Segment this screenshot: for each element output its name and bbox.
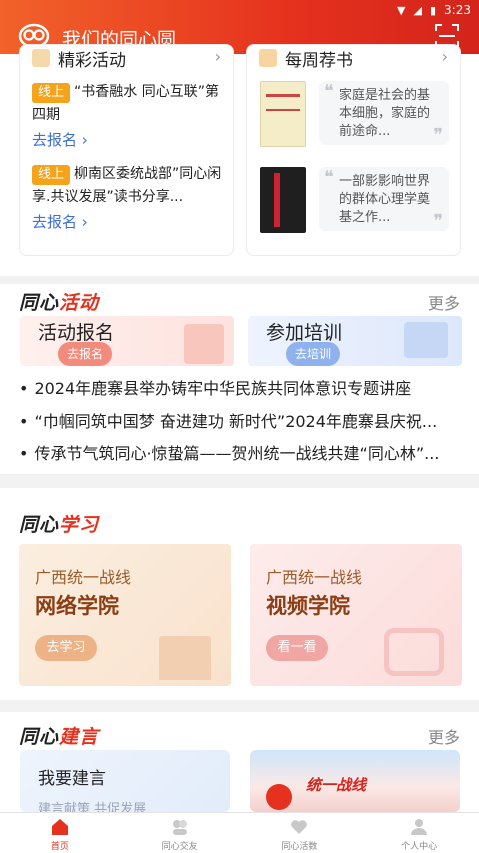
chevron-right-icon[interactable]: › [442,47,448,66]
book-quote[interactable]: ❝ 家庭是社会的基本细胞，家庭的前途命... ❞ [319,81,449,145]
book-quote[interactable]: ❝ 一部影影响世界的群体心理学奠基之作... ❞ [319,167,449,231]
more-link[interactable]: 更多 [428,724,460,748]
news-item[interactable]: 2024年鹿寨县举办铸牢中华民族共同体意识专题讲座 [19,375,464,399]
banner-text: 统一战线 [306,776,367,794]
book-icon [259,49,277,67]
books-card-title: 每周荐书 [285,50,353,71]
study-card-subtitle: 广西统一战线 [266,568,363,587]
quote-close-icon: ❞ [433,125,443,146]
book-quote-text: 一部影影响世界的群体心理学奠基之作... [339,174,431,225]
bottom-nav: 首页 同心交友 同心活数 个人中心 [0,812,479,853]
training-button[interactable]: 去培训 [286,342,340,366]
tv-play-icon [384,628,444,676]
section-title: 同心学习 [19,514,100,536]
study-section: 同心学习 广西统一战线 网络学院 去学习 广西统一战线 视频学院 看一看 [0,488,479,700]
nav-friends[interactable]: 同心交友 [120,813,240,853]
online-tag: 线上 [32,165,71,185]
activity-signup-banner[interactable]: 活动报名 去报名 [20,316,234,366]
status-bar: ▼ ◢ ▮ 3:23 [397,3,471,17]
study-card-title: 视频学院 [266,594,350,618]
section-title: 同心建言 [19,726,100,748]
people-icon [32,49,50,67]
nav-data[interactable]: 同心活数 [240,813,360,853]
emblem-icon [266,784,292,810]
nav-label: 个人中心 [401,842,438,852]
suggest-section: 同心建言 更多 我要建言 建言献策 共促发展 统一战线 [0,712,479,812]
training-banner[interactable]: 参加培训 去培训 [248,316,462,366]
nav-label: 同心交友 [161,842,198,852]
form-illustration [184,324,224,364]
school-illustration [159,636,211,680]
banner-title: 活动报名 [38,322,115,344]
activities-card-title: 精彩活动 [58,50,126,71]
chevron-right-icon[interactable]: › [215,47,221,66]
suggest-card-title: 我要建言 [38,769,106,789]
online-tag: 线上 [32,83,71,103]
nav-label: 首页 [50,842,69,852]
nav-profile[interactable]: 个人中心 [359,813,479,853]
quote-close-icon: ❞ [433,211,443,232]
news-item[interactable]: 传承节气筑同心·惊蛰篇——贺州统一战线共建“同心林”... [19,440,464,464]
book-cover-image[interactable] [260,167,306,233]
news-item[interactable]: “巾帼同筑中国梦 奋进建功 新时代”2024年鹿寨县庆祝... [19,408,464,432]
activity-item[interactable]: 线上 柳南区委统战部”同心闲享.共议发展”读书分享... [32,163,227,209]
signup-link[interactable]: 去报名 › [32,211,88,232]
home-icon [51,819,68,835]
banner-title: 参加培训 [266,322,343,344]
activities-card: 精彩活动 › 线上 “书香融水 同心互联”第四期 去报名 › 线上 柳南区委统战部”… [19,44,234,256]
signup-button[interactable]: 去报名 [58,342,112,366]
books-card-header[interactable]: 每周荐书 [259,45,353,71]
suggest-card[interactable]: 我要建言 建言献策 共促发展 [20,750,230,812]
nav-home[interactable]: 首页 [0,813,120,853]
watch-button[interactable]: 看一看 [266,635,328,661]
activity-item[interactable]: 线上 “书香融水 同心互联”第四期 [32,81,227,127]
top-cards-area: 精彩活动 › 线上 “书香融水 同心互联”第四期 去报名 › 线上 柳南区委统战部”… [0,44,479,276]
united-front-banner[interactable]: 统一战线 [250,750,460,812]
video-academy-card[interactable]: 广西统一战线 视频学院 看一看 [250,544,462,686]
study-button[interactable]: 去学习 [35,635,97,661]
nav-label: 同心活数 [281,842,318,852]
signup-link[interactable]: 去报名 › [32,129,88,150]
signal-icon: ◢ [413,3,422,17]
study-card-title: 网络学院 [35,594,119,618]
battery-icon: ▮ [429,3,437,17]
activities-card-header[interactable]: 精彩活动 [32,45,126,71]
network-academy-card[interactable]: 广西统一战线 网络学院 去学习 [19,544,231,686]
heart-icon [291,820,308,834]
status-time: 3:23 [444,3,471,17]
activity-section: 同心活动 更多 活动报名 去报名 参加培训 去培训 2024年鹿寨县举办铸牢中华… [0,284,479,474]
more-link[interactable]: 更多 [428,290,460,314]
book-quote-text: 家庭是社会的基本细胞，家庭的前途命... [339,88,431,139]
book-cover-image[interactable] [260,81,306,147]
quote-open-icon: ❝ [324,167,334,188]
quote-open-icon: ❝ [324,81,334,102]
wifi-icon: ▼ [397,3,406,17]
section-title: 同心活动 [19,292,100,314]
study-card-subtitle: 广西统一战线 [35,568,132,587]
suggest-card-subtitle: 建言献策 共促发展 [38,802,147,812]
board-illustration [404,322,448,358]
user-icon [411,819,428,835]
books-card: 每周荐书 › ❝ 家庭是社会的基本细胞，家庭的前途命... ❞ ❝ 一部影影响世… [246,44,461,256]
friends-icon [172,820,187,835]
